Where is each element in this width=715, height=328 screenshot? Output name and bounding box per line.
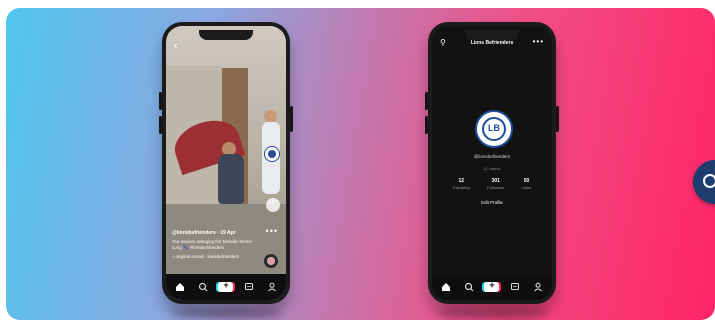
bottom-tabbar	[166, 274, 286, 300]
share-icon[interactable]	[266, 198, 280, 212]
profile-handle: @lionsbefrienders	[473, 154, 511, 159]
seated-person	[218, 154, 244, 204]
home-icon[interactable]	[438, 279, 454, 295]
profile-icon[interactable]	[264, 279, 280, 295]
inbox-icon[interactable]	[507, 279, 523, 295]
chat-bubble-button[interactable]	[693, 160, 715, 204]
phone-profile: ⚲ Lions Befrienders ••• LB @lionsbefrien…	[425, 22, 559, 304]
create-button[interactable]	[484, 279, 500, 295]
create-button[interactable]	[218, 279, 234, 295]
caption-text: Our seniors swinging the Melodic theme s…	[172, 239, 253, 250]
profile-stats: 12 Following 301 Followers 50 Likes	[444, 178, 540, 190]
search-icon[interactable]	[195, 279, 211, 295]
logo-lettering: LB	[488, 123, 500, 133]
more-icon[interactable]: •••	[266, 226, 278, 236]
phone-video: ‹ ••• @lionsbefrienders · 19 Apr Our sen…	[159, 22, 293, 304]
more-icon[interactable]: •••	[533, 37, 544, 46]
music-disc-icon[interactable]	[264, 254, 278, 268]
stat-following[interactable]: 12 Following	[453, 178, 470, 190]
stat-likes[interactable]: 50 Likes	[522, 178, 531, 190]
hero-banner: ‹ ••• @lionsbefrienders · 19 Apr Our sen…	[6, 8, 715, 320]
bottom-tabbar	[432, 274, 552, 300]
back-icon[interactable]: ‹	[174, 40, 178, 52]
video-count: 11 videos	[483, 166, 501, 171]
profile-avatar[interactable]: LB	[475, 110, 513, 148]
phone-shadow	[437, 308, 547, 318]
inbox-icon[interactable]	[241, 279, 257, 295]
edit-profile-button[interactable]: Edit Profile	[464, 200, 520, 205]
home-icon[interactable]	[172, 279, 188, 295]
phone-notch	[199, 30, 253, 40]
video-caption: @lionsbefrienders · 19 Apr Our seniors s…	[172, 230, 260, 259]
stat-followers[interactable]: 301 Followers	[487, 178, 504, 190]
profile-header: ⚲ Lions Befrienders •••	[432, 37, 552, 54]
video-screen[interactable]: ‹ ••• @lionsbefrienders · 19 Apr Our sen…	[166, 26, 286, 300]
music-label[interactable]: ♪ original sound · lionsbefrienders	[172, 254, 260, 259]
creator-avatar[interactable]	[264, 146, 280, 162]
phone-shadow	[171, 308, 281, 318]
profile-screen: ⚲ Lions Befrienders ••• LB @lionsbefrien…	[432, 26, 552, 300]
profile-icon[interactable]	[530, 279, 546, 295]
search-icon[interactable]	[461, 279, 477, 295]
caption-username[interactable]: @lionsbefrienders · 19 Apr	[172, 230, 260, 236]
create-icon[interactable]	[218, 280, 234, 292]
phone-notch	[465, 30, 519, 40]
create-icon[interactable]	[484, 280, 500, 292]
